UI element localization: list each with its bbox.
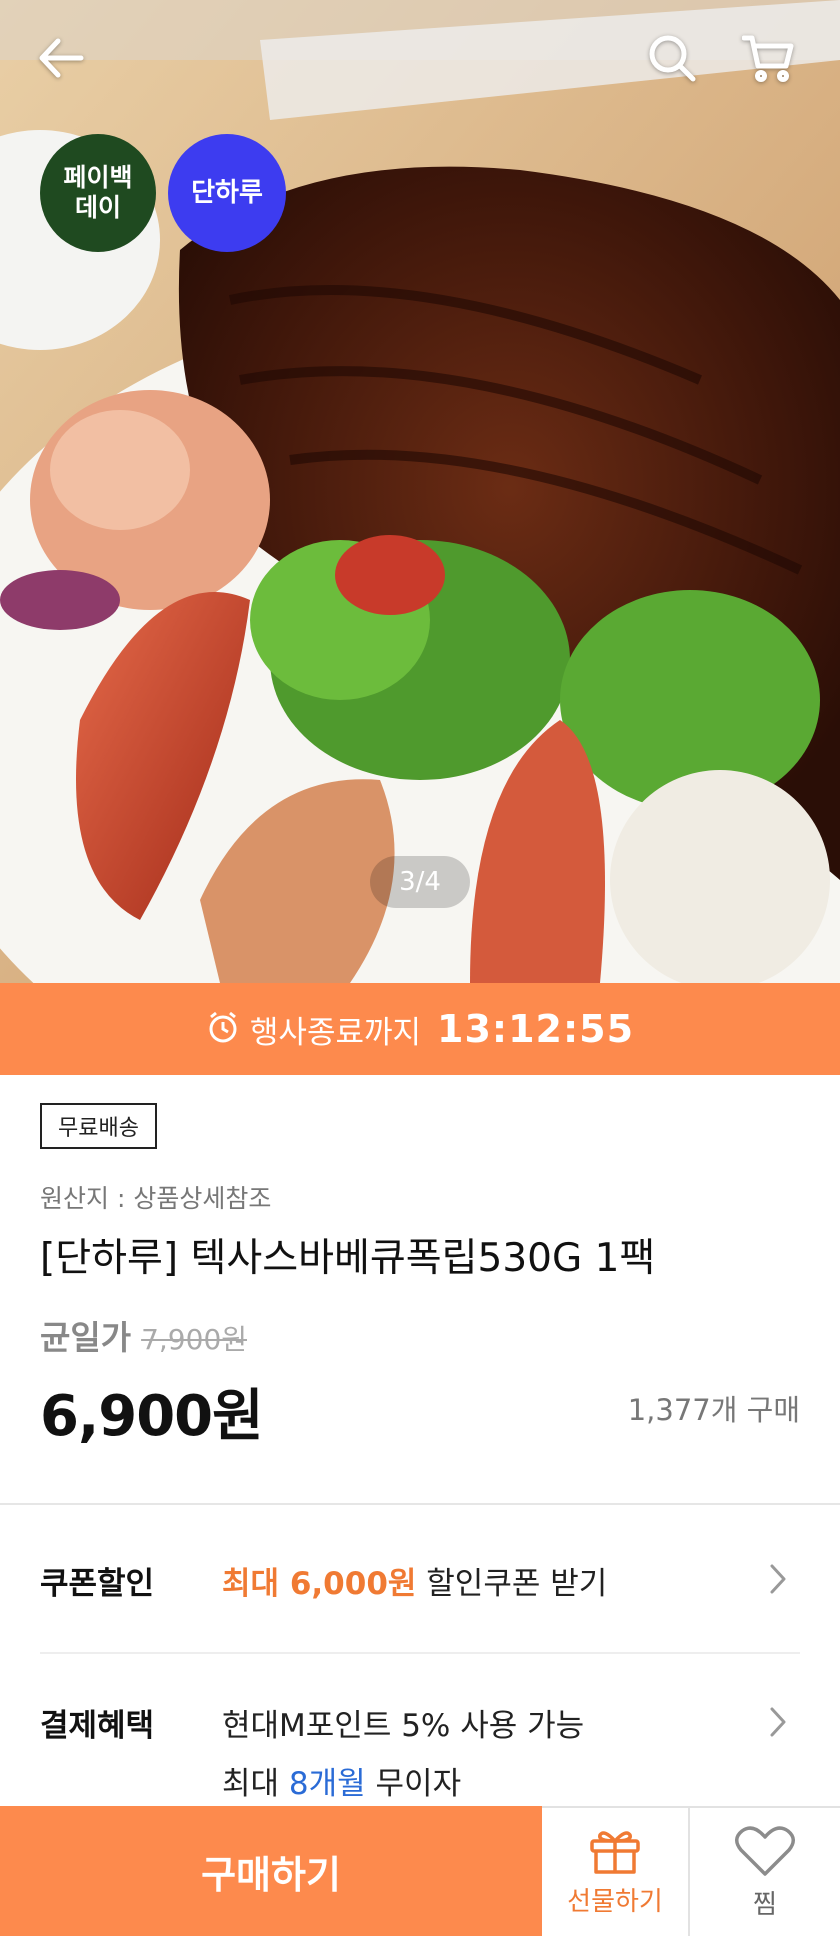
cart-button[interactable] bbox=[738, 28, 798, 88]
installment-suffix: 무이자 bbox=[375, 1766, 462, 1802]
installment-months: 8개월 bbox=[288, 1766, 366, 1802]
chevron-right-icon bbox=[766, 1704, 790, 1740]
coupon-row[interactable]: 쿠폰할인 최대 6,000원 할인쿠폰 받기 bbox=[40, 1505, 800, 1652]
one-day-label: 단하루 bbox=[191, 178, 263, 208]
purchase-count: 1,377개 구매 bbox=[627, 1393, 800, 1427]
gallery-page-indicator: 3/4 bbox=[370, 856, 470, 908]
payment-point-text: 현대M포인트 5% 사용 가능 bbox=[222, 1708, 585, 1744]
search-icon bbox=[649, 35, 696, 82]
payment-installment-text: 최대 8개월 무이자 bbox=[222, 1758, 461, 1803]
buy-button[interactable]: 구매하기 bbox=[0, 1806, 542, 1936]
one-day-badge: 단하루 bbox=[168, 134, 286, 252]
original-price: 7,900원 bbox=[141, 1323, 248, 1356]
search-button[interactable] bbox=[642, 28, 702, 88]
gift-label: 선물하기 bbox=[567, 1886, 663, 1917]
wishlist-button[interactable]: 찜 bbox=[690, 1806, 840, 1936]
countdown-timer: 13:12:55 bbox=[437, 1007, 635, 1051]
countdown-label: 행사종료까지 bbox=[249, 1014, 422, 1051]
event-countdown-banner: 행사종료까지 13:12:55 bbox=[0, 983, 840, 1075]
alarm-clock-icon bbox=[206, 1010, 240, 1048]
product-image-gallery[interactable]: 페이백 데이 단하루 3/4 bbox=[0, 0, 840, 983]
cart-icon bbox=[742, 35, 794, 82]
sale-price: 6,900원 bbox=[40, 1384, 264, 1449]
origin-text: 원산지 : 상품상세참조 bbox=[40, 1184, 272, 1213]
coupon-text: 최대 6,000원 할인쿠폰 받기 bbox=[222, 1558, 607, 1603]
coupon-action-text: 할인쿠폰 받기 bbox=[426, 1566, 608, 1602]
back-button[interactable] bbox=[31, 28, 91, 88]
gift-icon bbox=[590, 1830, 640, 1874]
product-title: [단하루] 텍사스바베큐폭립530G 1팩 bbox=[40, 1236, 656, 1281]
coupon-max-amount: 최대 6,000원 bbox=[222, 1566, 417, 1602]
wishlist-label: 찜 bbox=[753, 1889, 777, 1920]
payment-benefit-label: 결제혜택 bbox=[40, 1708, 155, 1744]
installment-prefix: 최대 bbox=[222, 1766, 280, 1802]
payback-day-badge: 페이백 데이 bbox=[40, 134, 156, 252]
coupon-label: 쿠폰할인 bbox=[40, 1566, 155, 1602]
arrow-left-icon bbox=[39, 38, 84, 78]
free-shipping-tag: 무료배송 bbox=[40, 1103, 157, 1149]
heart-icon bbox=[735, 1825, 795, 1876]
original-price-label: 균일가 bbox=[40, 1318, 132, 1357]
payment-benefit-row[interactable]: 결제혜택 현대M포인트 5% 사용 가능 최대 8개월 무이자 bbox=[40, 1654, 800, 1806]
gift-button[interactable]: 선물하기 bbox=[542, 1806, 690, 1936]
bottom-action-bar: 구매하기 선물하기 찜 bbox=[0, 1806, 840, 1936]
chevron-right-icon bbox=[766, 1561, 790, 1597]
payback-day-label: 페이백 데이 bbox=[63, 163, 133, 222]
original-price-row: 균일가 7,900원 bbox=[40, 1311, 247, 1359]
